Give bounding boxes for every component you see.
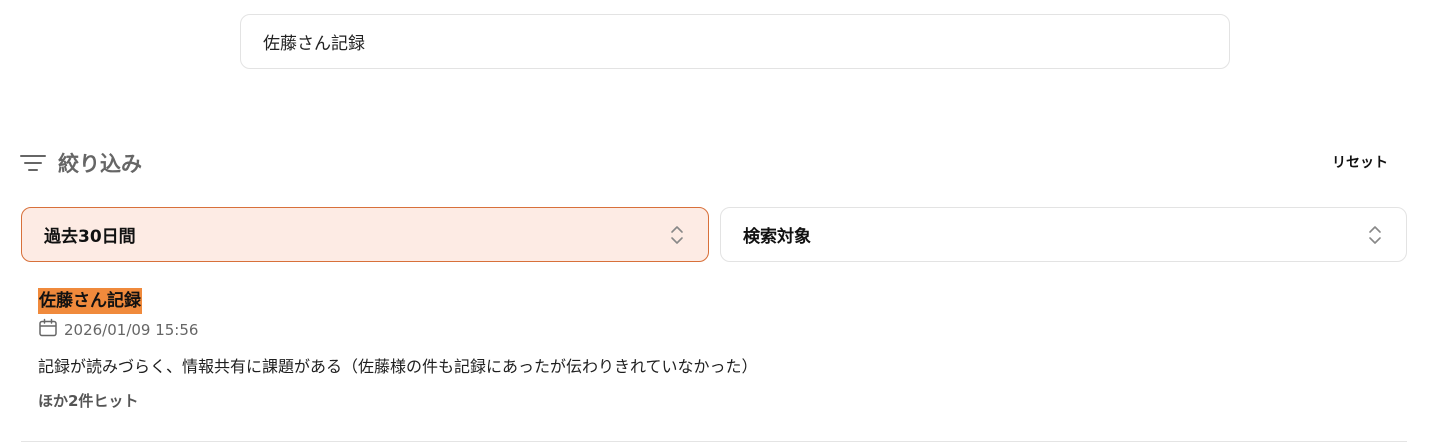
calendar-icon (38, 318, 58, 342)
result-title[interactable]: 佐藤さん記録 (38, 288, 142, 314)
period-select[interactable]: 過去30日間 (21, 207, 709, 262)
divider (21, 441, 1407, 442)
filter-header: 絞り込み (20, 146, 142, 180)
result-date: 2026/01/09 15:56 (38, 318, 1407, 342)
search-target-select-value: 検索対象 (743, 227, 811, 247)
result-more-hits[interactable]: ほか2件ヒット (38, 390, 1407, 411)
reset-button[interactable]: リセット (1322, 148, 1398, 176)
result-snippet: 記録が読みづらく、情報共有に課題がある（佐藤様の件も記録にあったが伝わりきれてい… (38, 357, 758, 376)
period-select-value: 過去30日間 (44, 227, 136, 247)
search-target-select[interactable]: 検索対象 (720, 207, 1407, 262)
chevron-updown-icon (670, 225, 684, 245)
search-input[interactable] (241, 15, 1229, 68)
chevron-updown-icon (1368, 225, 1382, 245)
search-result-item[interactable]: 佐藤さん記録 2026/01/09 15:56 記録が読みづらく、情報共有に課題… (38, 288, 1407, 411)
search-box[interactable] (240, 14, 1230, 69)
filter-title: 絞り込み (58, 152, 142, 176)
result-date-text: 2026/01/09 15:56 (64, 321, 199, 339)
filter-icon (20, 153, 46, 173)
